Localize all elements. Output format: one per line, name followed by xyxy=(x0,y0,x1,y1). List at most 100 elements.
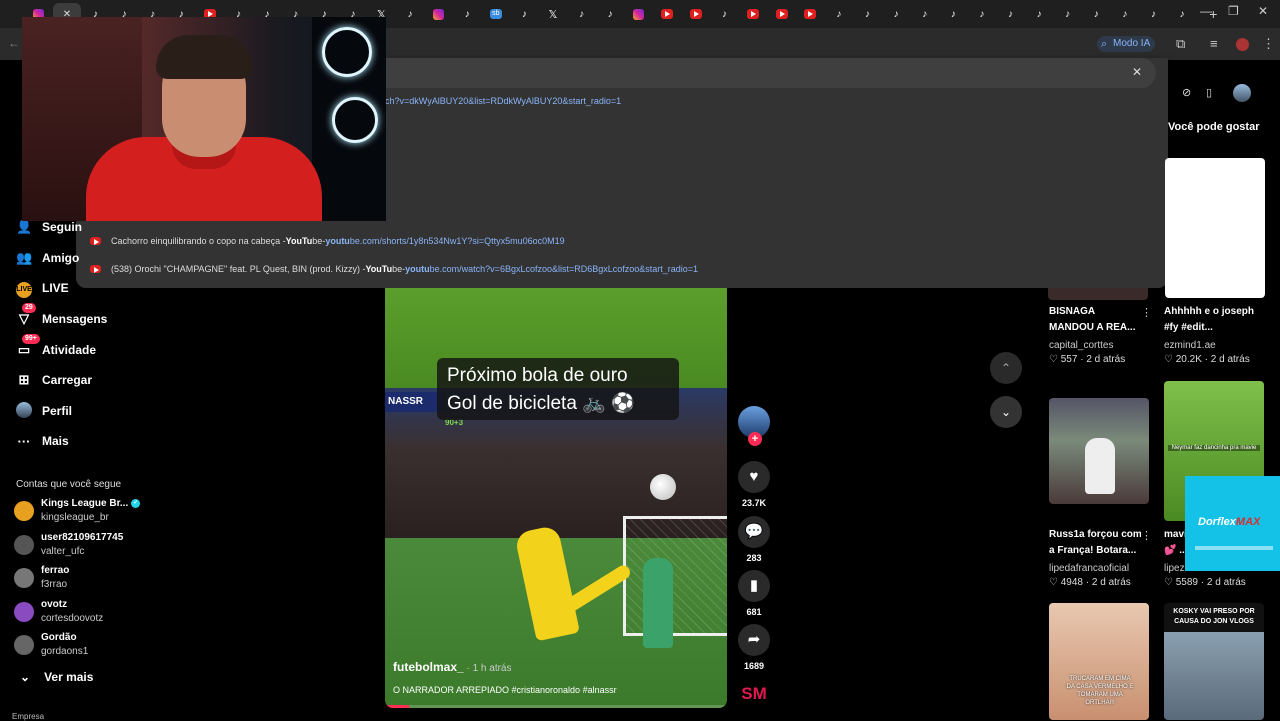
next-video-button[interactable]: ⌄ xyxy=(990,396,1022,428)
sidebar-item-label: Seguin xyxy=(42,220,83,234)
close-window-icon[interactable]: ✕ xyxy=(1258,4,1268,18)
instagram-icon xyxy=(433,8,445,20)
minimize-icon[interactable]: — xyxy=(1200,4,1212,18)
save-count: 681 xyxy=(746,607,762,617)
browser-tab[interactable]: ♪ xyxy=(1111,3,1140,25)
avatar[interactable] xyxy=(1233,84,1251,102)
browser-tab[interactable] xyxy=(624,3,653,25)
browser-tab[interactable]: ♪ xyxy=(853,3,882,25)
recommended-thumbnail[interactable]: KOSKY VAI PRESO POR CAUSA DO JON VLOGS xyxy=(1164,603,1264,720)
profile-avatar[interactable] xyxy=(1236,38,1249,51)
sidebar-item-profile[interactable]: Perfil xyxy=(16,401,72,421)
sidebar-item-more[interactable]: ··· Mais xyxy=(16,431,69,451)
compass-icon[interactable]: ⊘ xyxy=(1182,86,1191,99)
thumbnail-caption: KOSKY VAI PRESO POR CAUSA DO JON VLOGS xyxy=(1173,608,1255,625)
sidebar-item-live[interactable]: LIVE LIVE xyxy=(16,278,69,298)
recommended-thumbnail[interactable] xyxy=(1048,288,1148,300)
webcam-overlay xyxy=(22,17,386,221)
tiktok-icon: ♪ xyxy=(893,8,899,20)
following-account[interactable]: ferrao f3rrao xyxy=(14,565,154,595)
sidebar-item-messages[interactable]: ▽ 29 Mensagens xyxy=(16,303,107,329)
menu-kebab-icon[interactable]: ⋮ xyxy=(1262,36,1275,52)
suggestion-item[interactable]: (538) Orochi "CHAMPAGNE" feat. PL Quest,… xyxy=(90,259,698,279)
dorflex-ad[interactable]: DorflexMAX xyxy=(1185,476,1280,571)
avatar xyxy=(14,602,34,622)
browser-tab[interactable]: ♪ xyxy=(968,3,997,25)
tiktok-icon: ♪ xyxy=(464,8,470,20)
browser-tab[interactable] xyxy=(796,3,825,25)
browser-tab[interactable]: ♪ xyxy=(996,3,1025,25)
video-username: futebolmax_ xyxy=(393,660,464,674)
save-button[interactable]: ▮ 681 xyxy=(737,570,771,617)
video-player[interactable]: NASSR 90+3 Próximo bola de ouro Gol de b… xyxy=(385,288,727,708)
browser-tab[interactable]: ♪ xyxy=(1082,3,1111,25)
browser-tab[interactable] xyxy=(682,3,711,25)
suggestion-item[interactable]: Cachorro einquilibrando o copo na cabeça… xyxy=(90,231,565,251)
account-handle: cortesdoovotz xyxy=(41,613,104,624)
following-account[interactable]: Gordão gordaons1 xyxy=(14,632,154,662)
browser-tab[interactable]: ♪ xyxy=(1025,3,1054,25)
heart-outline-icon: ♡ xyxy=(1164,354,1176,365)
browser-tab[interactable]: ♪ xyxy=(567,3,596,25)
browser-tab[interactable]: ♪ xyxy=(1168,3,1197,25)
browser-tab[interactable]: sb xyxy=(482,3,511,25)
browser-tab[interactable]: 𝕏 xyxy=(539,3,568,25)
like-button[interactable]: ♥ 23.7K xyxy=(737,461,771,508)
browser-tab[interactable]: ♪ xyxy=(710,3,739,25)
browser-tab[interactable] xyxy=(767,3,796,25)
heart-outline-icon: ♡ xyxy=(1049,577,1061,588)
browser-tab[interactable]: ♪ xyxy=(939,3,968,25)
following-account[interactable]: ovotz cortesdoovotz xyxy=(14,599,154,629)
following-account[interactable]: Kings League Br... ✓ kingsleague_br xyxy=(14,498,154,528)
video-caption-line: Próximo bola de ouro xyxy=(447,365,628,386)
mobile-icon[interactable]: ▯ xyxy=(1206,86,1212,99)
follow-plus-icon[interactable]: + xyxy=(748,432,762,446)
browser-tab[interactable] xyxy=(424,3,453,25)
browser-tab[interactable]: ♪ xyxy=(882,3,911,25)
video-progress-bar[interactable] xyxy=(385,705,727,708)
browser-tab[interactable] xyxy=(739,3,768,25)
account-handle: gordaons1 xyxy=(41,646,89,657)
back-icon[interactable]: ← xyxy=(8,36,20,50)
dorflex-logo: DorflexMAX xyxy=(1198,516,1260,528)
sidebar-item-friends[interactable]: 👥 Amigo xyxy=(16,248,79,268)
browser-tab[interactable] xyxy=(653,3,682,25)
account-name: ferrao xyxy=(41,565,70,576)
share-button[interactable]: ➦ 1689 xyxy=(737,624,771,671)
following-account[interactable]: user82109617745 valter_ufc xyxy=(14,532,154,562)
x-icon: 𝕏 xyxy=(548,8,558,21)
browser-tab[interactable]: ♪ xyxy=(396,3,425,25)
sidebar-item-upload[interactable]: ⊞ Carregar xyxy=(16,370,92,390)
browser-tab[interactable]: ♪ xyxy=(910,3,939,25)
card-title: MANDOU A REA... xyxy=(1049,322,1136,333)
friends-icon: 👥 xyxy=(16,250,33,265)
maximize-icon[interactable]: ❐ xyxy=(1228,4,1239,18)
more-options-icon[interactable]: ⋮ xyxy=(1141,529,1152,542)
browser-tab[interactable]: ♪ xyxy=(596,3,625,25)
browser-tab[interactable]: ♪ xyxy=(1053,3,1082,25)
follow-icon: 👤 xyxy=(16,219,33,234)
sidebar-item-activity[interactable]: ▭ 99+ Atividade xyxy=(16,334,97,360)
recommended-thumbnail[interactable]: TRUCARAM EM CIMA DA CASA VERMELHO E TOMA… xyxy=(1049,603,1149,720)
media-control-icon[interactable]: ≡ xyxy=(1210,36,1218,51)
tiktok-icon: ♪ xyxy=(1007,8,1013,20)
see-more-button[interactable]: ⌄ Ver mais xyxy=(20,670,93,684)
previous-video-button[interactable]: ⌃ xyxy=(990,352,1022,384)
recommended-thumbnail[interactable] xyxy=(1049,398,1149,504)
creator-avatar-button[interactable]: + xyxy=(737,406,771,446)
extensions-icon[interactable]: ⧉ xyxy=(1176,36,1185,52)
more-options-icon[interactable]: ⋮ xyxy=(1141,306,1152,319)
clear-input-icon[interactable]: ✕ xyxy=(1132,65,1142,79)
recommended-thumbnail[interactable] xyxy=(1165,158,1265,298)
browser-tab[interactable]: ♪ xyxy=(453,3,482,25)
suggestion-site-bold: YouTu xyxy=(285,236,313,246)
modo-ia-button[interactable]: ⌕ Modo IA xyxy=(1097,36,1155,52)
browser-tab[interactable]: ♪ xyxy=(510,3,539,25)
sidebar-item-label: Atividade xyxy=(42,343,97,357)
video-author[interactable]: futebolmax_ · 1 h atrás xyxy=(393,660,512,674)
video-goalkeeper xyxy=(643,558,673,648)
browser-tab[interactable]: ♪ xyxy=(825,3,854,25)
comment-button[interactable]: 💬 283 xyxy=(737,516,771,563)
modo-ia-label: Modo IA xyxy=(1113,38,1151,49)
browser-tab[interactable]: ♪ xyxy=(1139,3,1168,25)
